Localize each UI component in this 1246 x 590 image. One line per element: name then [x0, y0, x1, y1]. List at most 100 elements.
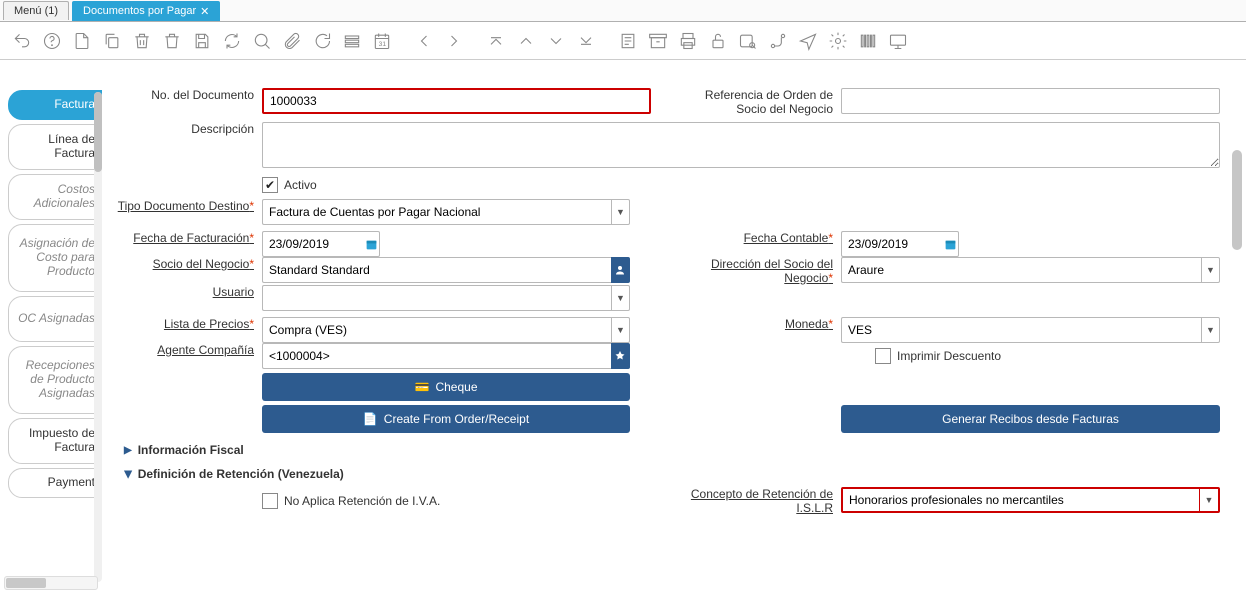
save-icon[interactable] — [188, 27, 216, 55]
generar-recibos-button[interactable]: Generar Recibos desde Facturas — [841, 405, 1220, 433]
chevron-down-icon[interactable]: ▼ — [1201, 317, 1220, 343]
prev-icon[interactable] — [410, 27, 438, 55]
agente-input[interactable] — [262, 343, 611, 369]
create-from-button[interactable]: 📄 Create From Order/Receipt — [262, 405, 630, 433]
chevron-down-icon[interactable]: ▼ — [1201, 257, 1220, 283]
workflow-icon[interactable] — [764, 27, 792, 55]
form-content: No. del Documento Referencia de Orden de… — [102, 60, 1246, 590]
calendar-picker-icon[interactable] — [363, 231, 380, 257]
up-icon[interactable] — [512, 27, 540, 55]
section-info-fiscal[interactable]: ▶Información Fiscal — [124, 443, 1220, 457]
zoom-icon[interactable] — [734, 27, 762, 55]
chevron-down-icon[interactable]: ▼ — [611, 199, 630, 225]
screen-icon[interactable] — [884, 27, 912, 55]
label-ref-orden: Referencia de Orden de Socio del Negocio — [681, 88, 841, 116]
descripcion-textarea[interactable] — [262, 122, 1220, 168]
next-icon[interactable] — [440, 27, 468, 55]
tab-documentos[interactable]: Documentos por Pagar ✕ — [72, 1, 220, 21]
barcode-icon[interactable] — [854, 27, 882, 55]
new-icon[interactable] — [68, 27, 96, 55]
print-icon[interactable] — [674, 27, 702, 55]
expand-icon: ▶ — [124, 445, 132, 456]
toolbar: 31 — [0, 22, 1246, 60]
cheque-button[interactable]: 💳 Cheque — [262, 373, 630, 401]
chat-icon[interactable] — [308, 27, 336, 55]
label-dir-socio: Dirección del Socio del Negocio* — [681, 257, 841, 285]
undo-icon[interactable] — [8, 27, 36, 55]
content-scrollbar[interactable] — [1232, 150, 1242, 250]
down-icon[interactable] — [542, 27, 570, 55]
fecha-cont-input[interactable] — [841, 231, 942, 257]
attach-icon[interactable] — [278, 27, 306, 55]
first-icon[interactable] — [482, 27, 510, 55]
label-moneda: Moneda* — [681, 317, 841, 343]
sidebar-item-factura[interactable]: Factura — [8, 90, 102, 120]
sidebar-scrollbar[interactable] — [94, 92, 102, 582]
label-fecha-fact: Fecha de Facturación* — [112, 231, 262, 257]
sidebar-item-linea[interactable]: Línea de Factura — [8, 124, 102, 170]
label-fecha-cont: Fecha Contable* — [681, 231, 841, 257]
sidebar-item-costos[interactable]: Costos Adicionales — [8, 174, 102, 220]
label-lista-precios: Lista de Precios* — [112, 317, 262, 343]
lock-icon[interactable] — [704, 27, 732, 55]
agent-lookup-icon[interactable] — [611, 343, 630, 369]
sidebar-item-label: Payment — [48, 476, 95, 490]
fecha-fact-input[interactable] — [262, 231, 363, 257]
sidebar-item-oc[interactable]: OC Asignadas — [8, 296, 102, 342]
content-scrollbar-track[interactable] — [1230, 64, 1244, 586]
chevron-down-icon[interactable]: ▼ — [611, 317, 630, 343]
section-def-retencion[interactable]: ▶ Definición de Retención (Venezuela) — [124, 467, 1220, 481]
lista-precios-select[interactable] — [262, 317, 611, 343]
tipo-doc-select[interactable] — [262, 199, 611, 225]
search-icon[interactable] — [248, 27, 276, 55]
close-icon[interactable]: ✕ — [200, 5, 209, 18]
usuario-select[interactable] — [262, 285, 611, 311]
num-doc-input[interactable] — [262, 88, 651, 114]
refresh-icon[interactable] — [218, 27, 246, 55]
delete-icon[interactable] — [128, 27, 156, 55]
last-icon[interactable] — [572, 27, 600, 55]
sidebar-item-label: Costos Adicionales — [9, 183, 95, 211]
svg-text:31: 31 — [379, 41, 387, 48]
report-icon[interactable] — [614, 27, 642, 55]
ref-orden-input[interactable] — [841, 88, 1220, 114]
gear-icon[interactable] — [824, 27, 852, 55]
delete-multi-icon[interactable] — [158, 27, 186, 55]
archive-icon[interactable] — [644, 27, 672, 55]
copy-icon[interactable] — [98, 27, 126, 55]
label-num-doc: No. del Documento — [112, 88, 262, 116]
calendar-picker-icon[interactable] — [942, 231, 959, 257]
label-socio: Socio del Negocio* — [112, 257, 262, 285]
sidebar-item-label: Línea de Factura — [9, 133, 95, 161]
label-imprimir-desc: Imprimir Descuento — [897, 349, 1001, 363]
sidebar-item-impuesto[interactable]: Impuesto de Factura — [8, 418, 102, 464]
grid-icon[interactable] — [338, 27, 366, 55]
help-icon[interactable] — [38, 27, 66, 55]
sidebar-item-payment[interactable]: Payment — [8, 468, 102, 498]
collapse-icon: ▶ — [122, 470, 133, 478]
label-agente: Agente Compañía — [112, 343, 262, 369]
sidebar-item-recepciones[interactable]: Recepciones de Producto Asignadas — [8, 346, 102, 414]
tab-doc-label: Documentos por Pagar — [83, 5, 196, 17]
dir-socio-select[interactable] — [841, 257, 1201, 283]
tab-menu[interactable]: Menú (1) — [3, 1, 69, 20]
activo-checkbox[interactable]: ✔ — [262, 177, 278, 193]
concepto-ret-select[interactable] — [843, 489, 1199, 511]
sidebar-h-scrollbar[interactable] — [4, 576, 98, 590]
sidebar-item-asignacion[interactable]: Asignación de Costo para Producto — [8, 224, 102, 292]
moneda-select[interactable] — [841, 317, 1201, 343]
socio-input[interactable] — [262, 257, 611, 283]
imprimir-descuento-checkbox[interactable] — [875, 348, 891, 364]
chevron-down-icon[interactable]: ▼ — [611, 285, 630, 311]
sidebar-item-label: OC Asignadas — [18, 312, 95, 326]
sidebar-item-label: Factura — [54, 98, 95, 112]
chevron-down-icon[interactable]: ▼ — [1199, 489, 1218, 511]
send-icon[interactable] — [794, 27, 822, 55]
section-label: Definición de Retención (Venezuela) — [138, 467, 344, 481]
sidebar-item-label: Impuesto de Factura — [9, 427, 95, 455]
calendar-icon[interactable]: 31 — [368, 27, 396, 55]
partner-lookup-icon[interactable] — [611, 257, 630, 283]
label-concepto-ret: Concepto de Retención de I.S.L.R — [681, 487, 841, 515]
no-aplica-checkbox[interactable] — [262, 493, 278, 509]
label-activo: Activo — [284, 178, 317, 192]
